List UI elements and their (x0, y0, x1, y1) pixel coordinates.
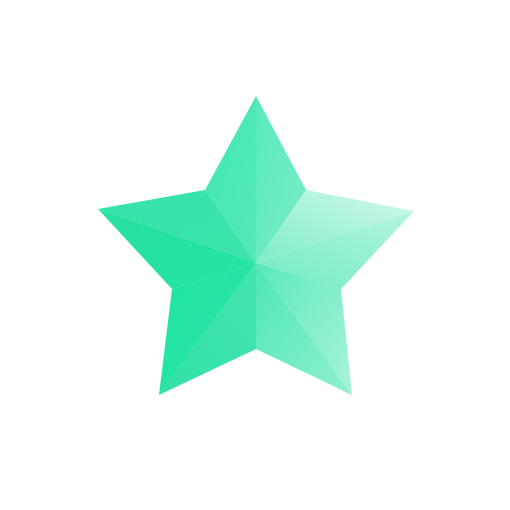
star-icon (98, 96, 414, 395)
icon-canvas (0, 0, 510, 510)
